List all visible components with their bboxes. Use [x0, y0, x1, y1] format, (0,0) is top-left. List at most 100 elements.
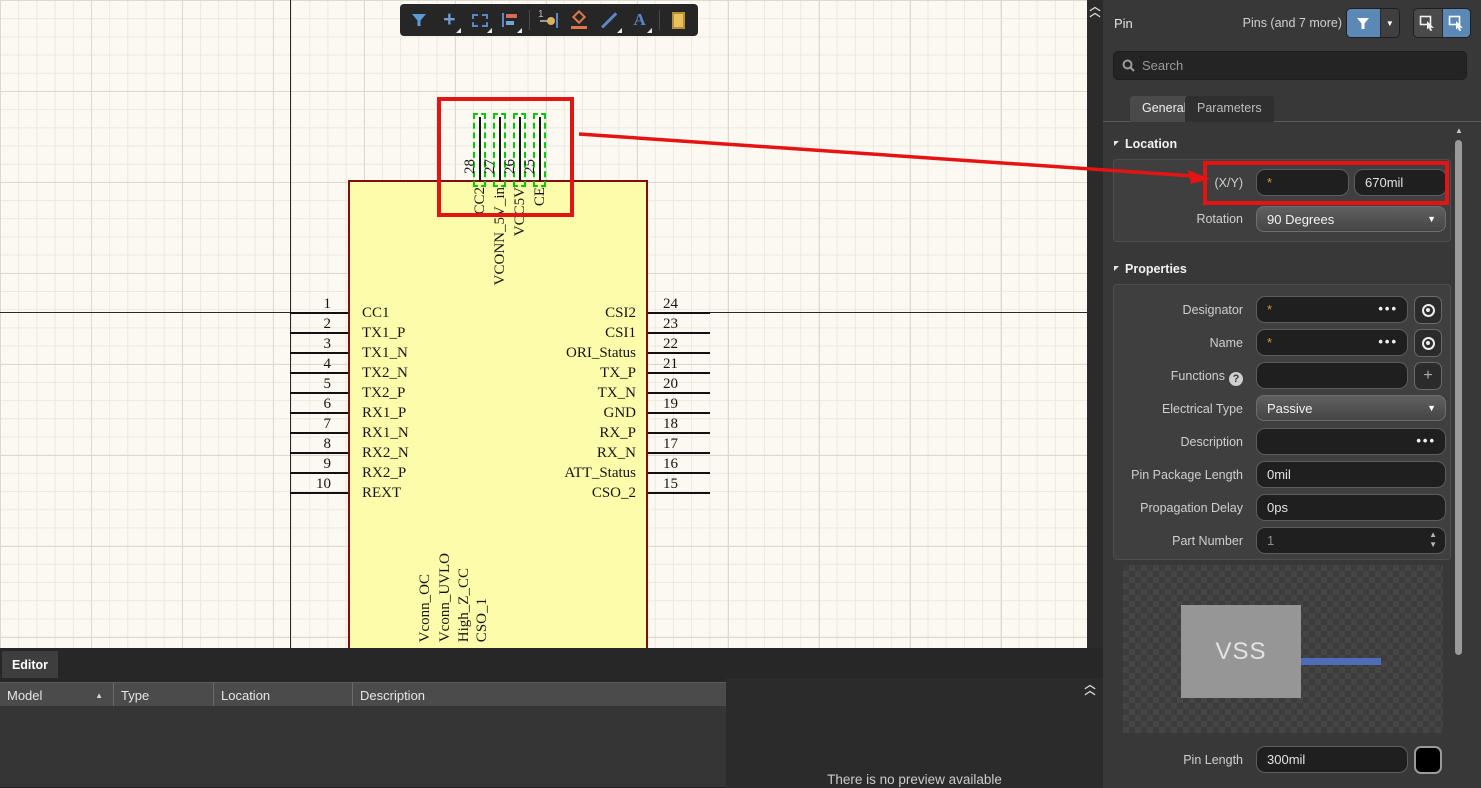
pin-length-input[interactable]	[1267, 752, 1397, 767]
search-input[interactable]	[1142, 58, 1442, 73]
toolbar-separator	[529, 10, 530, 30]
ellipsis-button[interactable]: •••	[1378, 301, 1398, 316]
ellipsis-button[interactable]: •••	[1416, 433, 1436, 448]
pin-number: 15	[663, 476, 704, 492]
panel-object-scope[interactable]: Pins (and 7 more)	[1243, 16, 1342, 30]
stepper-buttons[interactable]: ▲▼	[1429, 531, 1437, 548]
filter-split-button: ▼	[1346, 8, 1400, 38]
pin-line[interactable]	[648, 472, 710, 474]
pin-line[interactable]	[290, 352, 348, 354]
pin-package-length-input[interactable]	[1267, 467, 1435, 482]
pin-line[interactable]	[648, 432, 710, 434]
filter-button[interactable]	[1347, 9, 1380, 37]
pin-name: ATT_Status	[526, 465, 636, 481]
pin-line[interactable]	[290, 492, 348, 494]
section-properties[interactable]: Properties	[1114, 262, 1187, 276]
selection-rect-icon[interactable]	[466, 6, 492, 34]
pin-line[interactable]	[290, 312, 348, 314]
filter-dropdown-button[interactable]: ▼	[1380, 9, 1399, 37]
pin-name: TX2_P	[362, 385, 405, 401]
propagation-delay-input[interactable]	[1267, 500, 1435, 515]
pin-line[interactable]	[648, 312, 710, 314]
select-overlap-button[interactable]	[1414, 9, 1442, 37]
functions-input[interactable]	[1267, 368, 1397, 383]
description-input[interactable]	[1267, 434, 1435, 449]
crosshair-icon[interactable]: +	[436, 6, 462, 34]
propagation-delay-field[interactable]	[1256, 494, 1446, 521]
ellipsis-button[interactable]: •••	[1378, 334, 1398, 349]
pin-number: 20	[663, 376, 704, 392]
part-number-field[interactable]: ▲▼	[1256, 527, 1446, 554]
panel-scrollbar[interactable]	[1455, 140, 1462, 655]
add-function-button[interactable]: +	[1414, 362, 1442, 390]
rotation-label: Rotation	[1113, 212, 1243, 226]
search-box[interactable]	[1113, 51, 1467, 80]
chevron-down-icon: ▼	[1427, 214, 1436, 224]
collapse-up-icon[interactable]: ︿︿	[1088, 4, 1102, 16]
pin-color-swatch[interactable]	[1414, 746, 1442, 774]
pin-line[interactable]	[290, 452, 348, 454]
pin-name: CSO_2	[526, 485, 636, 501]
pin-line[interactable]	[648, 392, 710, 394]
select-inside-button[interactable]	[1442, 9, 1470, 37]
align-icon[interactable]	[497, 6, 523, 34]
pin-line[interactable]	[290, 372, 348, 374]
pin-line[interactable]	[290, 392, 348, 394]
tab-editor[interactable]: Editor	[2, 651, 58, 678]
pin-number: 17	[663, 436, 704, 452]
pin-line[interactable]	[290, 472, 348, 474]
no-erc-icon[interactable]	[566, 6, 592, 34]
pin-name: REXT	[362, 485, 401, 501]
pin-line[interactable]	[648, 332, 710, 334]
rotation-dropdown[interactable]: 90 Degrees ▼	[1256, 206, 1446, 232]
name-field[interactable]: •••	[1256, 329, 1408, 356]
column-header-type[interactable]: Type	[113, 683, 213, 707]
select-overlap-icon	[1419, 15, 1436, 31]
pin-line[interactable]	[648, 492, 710, 494]
collapse-up-icon[interactable]: ︿︿	[1083, 682, 1097, 694]
pin-line[interactable]	[648, 452, 710, 454]
column-header-description[interactable]: Description	[352, 683, 726, 707]
column-header-location[interactable]: Location	[213, 683, 352, 707]
section-location[interactable]: Location	[1114, 137, 1177, 151]
propagation-delay-label: Propagation Delay	[1113, 501, 1243, 515]
line-icon[interactable]	[596, 6, 622, 34]
pin-name: Vconn_UVLO	[437, 553, 453, 642]
electrical-type-label: Electrical Type	[1113, 402, 1243, 416]
text-icon[interactable]: A	[627, 6, 653, 34]
scroll-up-icon[interactable]: ▲	[1455, 126, 1463, 135]
pin-line[interactable]	[648, 412, 710, 414]
filter-icon[interactable]	[406, 6, 432, 34]
column-header-model[interactable]: Model▲	[0, 683, 113, 707]
designator-label: Designator	[1113, 303, 1243, 317]
functions-field[interactable]	[1256, 362, 1408, 389]
pin-package-length-label: Pin Package Length	[1113, 468, 1243, 482]
pin-number: 22	[663, 336, 704, 352]
pin-line[interactable]	[648, 372, 710, 374]
pin-name: TX_P	[526, 365, 636, 381]
model-table-body[interactable]	[0, 706, 726, 788]
designator-visibility-button[interactable]	[1414, 296, 1442, 324]
pin-length-field[interactable]	[1256, 746, 1408, 773]
tab-parameters[interactable]: Parameters	[1185, 96, 1274, 122]
part-icon[interactable]	[666, 6, 692, 34]
designator-field[interactable]: •••	[1256, 296, 1408, 323]
pin-name: High_Z_CC	[456, 568, 472, 642]
electrical-type-dropdown[interactable]: Passive ▼	[1256, 395, 1446, 421]
pin-number: 3	[290, 336, 331, 352]
pin-line[interactable]	[648, 352, 710, 354]
pin-package-length-field[interactable]	[1256, 461, 1446, 488]
place-pin-icon[interactable]: 1	[536, 6, 562, 34]
name-visibility-button[interactable]	[1414, 329, 1442, 357]
part-number-input[interactable]	[1267, 533, 1435, 548]
pin-name: CSO_1	[474, 598, 490, 642]
pin-line[interactable]	[290, 332, 348, 334]
pin-line[interactable]	[290, 432, 348, 434]
pin-name: CSI1	[526, 325, 636, 341]
toolbar-separator	[659, 10, 660, 30]
help-icon[interactable]: ?	[1229, 372, 1243, 386]
description-field[interactable]: •••	[1256, 428, 1446, 455]
pin-line[interactable]	[290, 412, 348, 414]
pin-name: ORI_Status	[526, 345, 636, 361]
pin-number: 24	[663, 296, 704, 312]
